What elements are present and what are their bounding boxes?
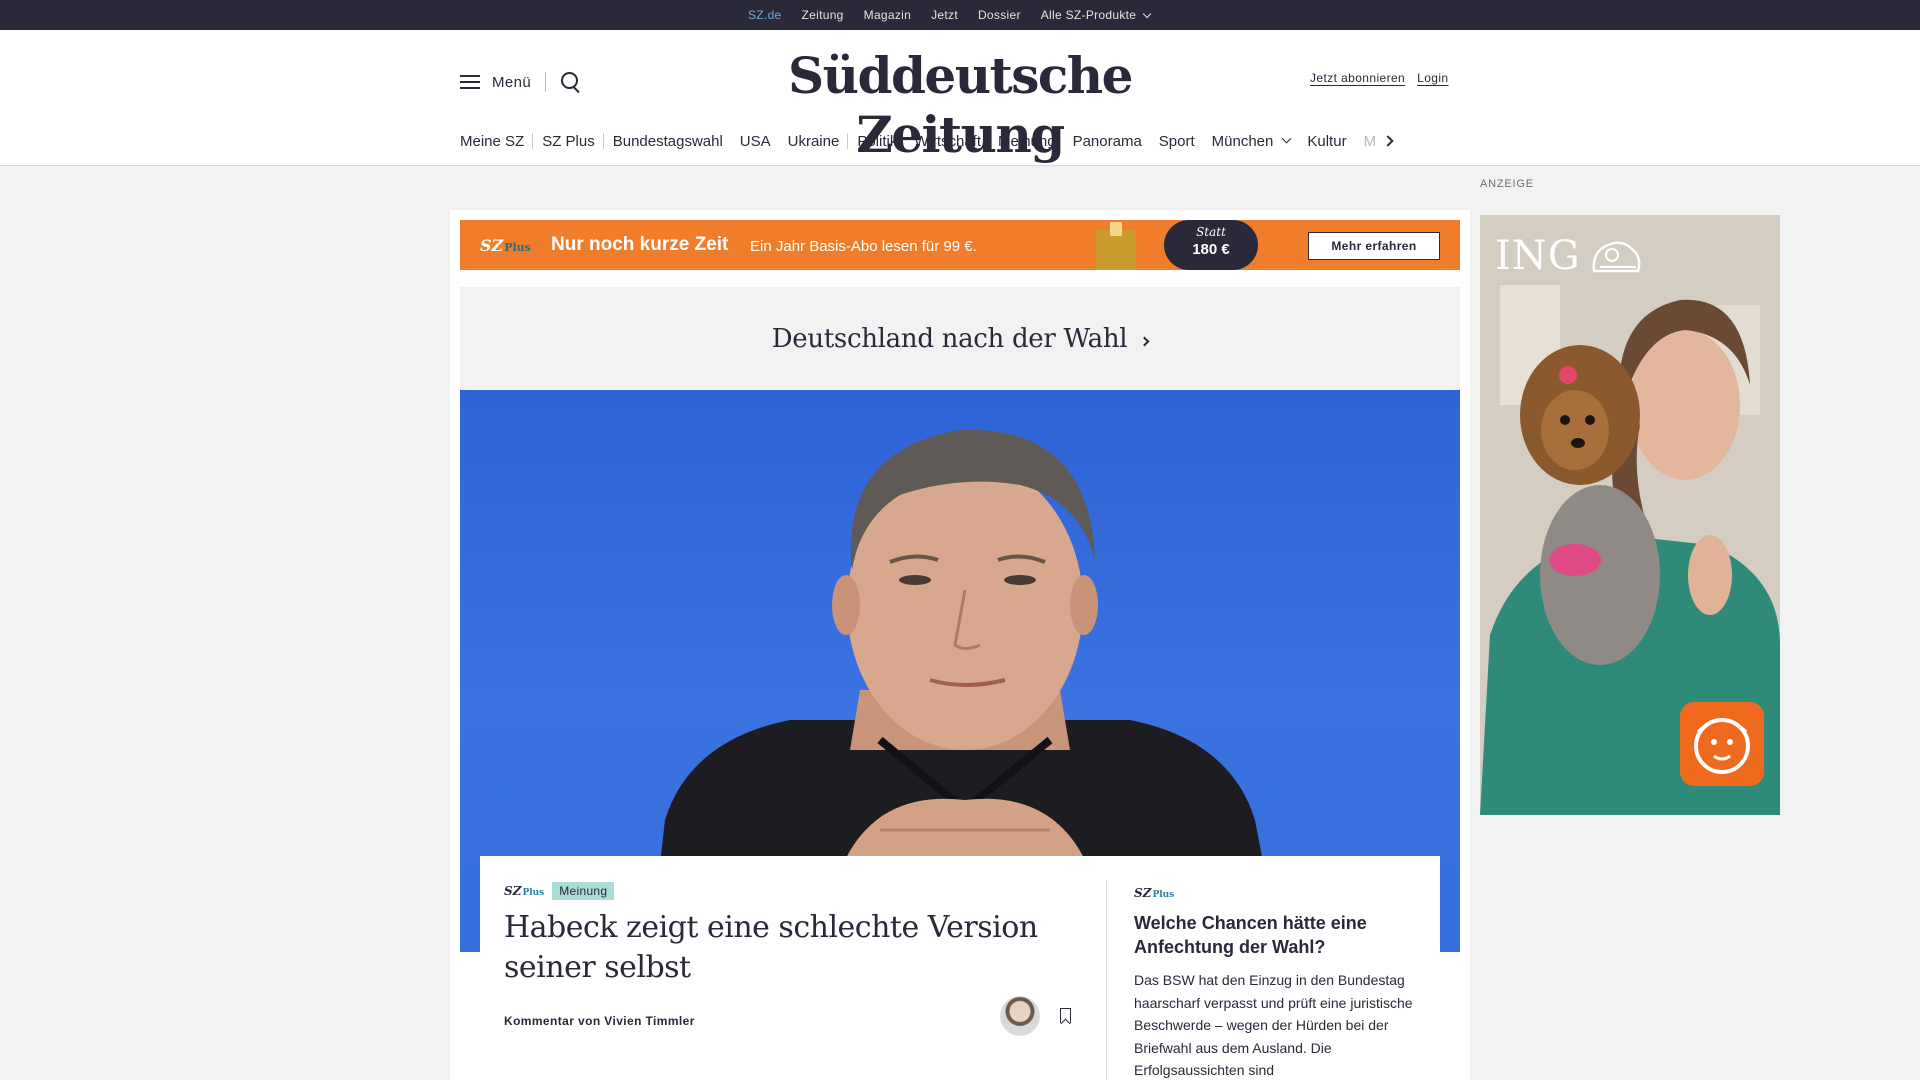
all-products-dropdown[interactable]: Alle SZ-Produkte <box>1040 8 1152 22</box>
subscription-promo-banner[interactable]: SZPlus Nur noch kurze Zeit Ein Jahr Basi… <box>460 220 1460 270</box>
promo-subline: Ein Jahr Basis-Abo lesen für 99 €. <box>750 238 977 255</box>
article-tags: SZPlus Meinung <box>504 882 1086 900</box>
chevron-right-icon <box>1139 336 1150 346</box>
lion-icon <box>1592 241 1641 273</box>
site-header: Menü Süddeutsche Zeitung Jetzt abonniere… <box>0 30 1920 166</box>
nav-item-more-faded[interactable]: M <box>1364 133 1377 150</box>
nav-item-panorama[interactable]: Panorama <box>1073 133 1142 150</box>
nav-divider <box>602 133 604 149</box>
sz-plus-logo-main: SZ <box>1134 886 1152 900</box>
ad-label: ANZEIGE <box>1480 178 1534 190</box>
section-header[interactable]: Deutschland nach der Wahl <box>460 287 1460 390</box>
sz-plus-logo: SZPlus <box>504 884 544 898</box>
top-link-zeitung[interactable]: Zeitung <box>802 8 844 22</box>
top-link-dossier[interactable]: Dossier <box>978 8 1021 22</box>
price-badge: Statt 180 € <box>1164 220 1258 270</box>
main-nav: Meine SZ SZ Plus Bundestagswahl USA Ukra… <box>460 126 1460 156</box>
ing-advertisement[interactable]: ING <box>1480 215 1780 815</box>
sz-plus-logo-suffix: Plus <box>1152 890 1175 900</box>
all-products-label: Alle SZ-Produkte <box>1040 8 1137 22</box>
chevron-down-icon <box>1143 9 1152 19</box>
subscribe-link[interactable]: Jetzt abonnieren <box>1310 71 1405 85</box>
nav-item-sz-plus[interactable]: SZ Plus <box>542 133 595 150</box>
section-title: Deutschland nach der Wahl <box>771 323 1128 354</box>
promo-headline: Nur noch kurze Zeit <box>551 234 729 255</box>
nav-item-politik[interactable]: Politik <box>857 133 897 150</box>
nav-divider <box>532 133 534 149</box>
nav-item-muenchen[interactable]: München <box>1211 132 1292 150</box>
bookmark-icon[interactable] <box>1060 1008 1071 1023</box>
menu-button[interactable]: Menü <box>492 74 531 91</box>
nav-scroll-right-icon[interactable] <box>1382 135 1394 147</box>
hamburger-icon[interactable] <box>460 75 480 89</box>
main-column: SZPlus Nur noch kurze Zeit Ein Jahr Basi… <box>450 210 1470 1080</box>
price-prefix: Statt <box>1196 225 1226 239</box>
menu-area: Menü <box>460 70 582 94</box>
divider <box>545 72 547 92</box>
nav-divider <box>847 133 849 149</box>
side-article-card[interactable]: SZPlus Welche Chancen hätte eine Anfecht… <box>1110 856 1440 1080</box>
divider <box>1106 880 1107 1080</box>
sz-plus-logo-main: SZ <box>480 236 504 255</box>
top-bar-links: SZ.de Zeitung Magazin Jetzt Dossier Alle… <box>748 0 1170 31</box>
side-article-title[interactable]: Welche Chancen hätte eine Anfechtung der… <box>1134 911 1416 959</box>
top-link-magazin[interactable]: Magazin <box>864 8 911 22</box>
ballot-box-icon <box>1096 222 1136 270</box>
account-links: Jetzt abonnieren Login <box>1310 71 1449 85</box>
nav-item-sport[interactable]: Sport <box>1159 133 1195 150</box>
lead-article-title[interactable]: Habeck zeigt eine schlechte Version sein… <box>504 908 1044 988</box>
nav-item-wirtschaft[interactable]: Wirtschaft <box>914 133 981 150</box>
sz-plus-logo-main: SZ <box>504 884 522 898</box>
sz-plus-logo: SZPlus <box>480 236 531 255</box>
nav-item-muenchen-label: München <box>1211 132 1274 150</box>
nav-item-ukraine[interactable]: Ukraine <box>788 133 840 150</box>
login-link[interactable]: Login <box>1417 71 1448 85</box>
search-icon[interactable] <box>560 71 582 93</box>
sz-plus-logo: SZPlus <box>1134 886 1174 900</box>
nav-item-meinung[interactable]: Meinung <box>998 133 1056 150</box>
ing-lion-tile-icon <box>1680 702 1764 786</box>
article-byline: Kommentar von Vivien Timmler <box>504 1014 695 1028</box>
top-bar: SZ.de Zeitung Magazin Jetzt Dossier Alle… <box>0 0 1920 31</box>
promo-cta-button[interactable]: Mehr erfahren <box>1308 232 1440 260</box>
sz-plus-logo-suffix: Plus <box>504 241 531 254</box>
side-article-teaser: Das BSW hat den Einzug in den Bundestag … <box>1134 972 1413 1078</box>
nav-item-kultur[interactable]: Kultur <box>1307 133 1346 150</box>
nav-item-meine-sz[interactable]: Meine SZ <box>460 133 524 150</box>
chevron-down-icon <box>1281 133 1292 143</box>
ing-logo-text: ING <box>1495 233 1581 279</box>
top-link-szde[interactable]: SZ.de <box>748 8 782 31</box>
sz-plus-logo-suffix: Plus <box>522 888 545 898</box>
price-amount: 180 € <box>1192 241 1230 258</box>
nav-item-bundestagswahl[interactable]: Bundestagswahl <box>613 133 723 150</box>
lead-article-card[interactable]: SZPlus Meinung Habeck zeigt eine schlech… <box>480 856 1110 1080</box>
author-avatar <box>1000 996 1040 1036</box>
top-link-jetzt[interactable]: Jetzt <box>931 8 958 22</box>
nav-item-usa[interactable]: USA <box>740 133 771 150</box>
meinung-badge: Meinung <box>552 882 615 900</box>
